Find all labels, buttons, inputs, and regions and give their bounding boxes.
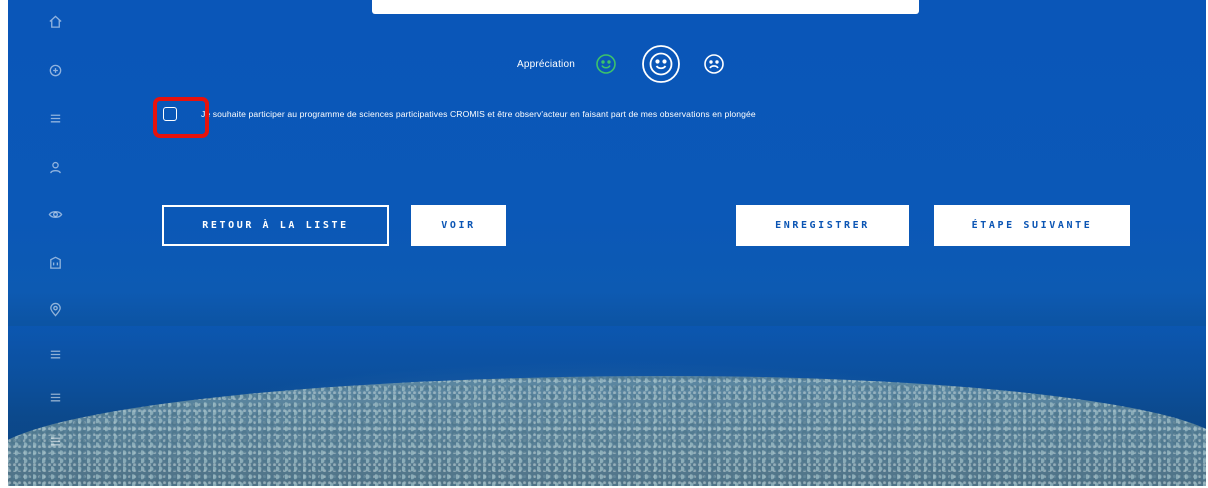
participation-label: Je souhaite participer au programme de s…: [201, 109, 756, 119]
appreciation-label: Appréciation: [517, 58, 575, 70]
next-step-button[interactable]: ÉTAPE SUIVANTE: [934, 205, 1130, 246]
building-icon[interactable]: [44, 251, 66, 273]
plus-circle-icon[interactable]: [44, 59, 66, 81]
back-to-list-button[interactable]: RETOUR À LA LISTE: [162, 205, 389, 246]
appreciation-rating: Appréciation: [517, 44, 725, 84]
list-icon[interactable]: [44, 343, 66, 365]
user-icon[interactable]: [44, 156, 66, 178]
happy-face-icon[interactable]: [595, 53, 617, 75]
location-icon[interactable]: [44, 298, 66, 320]
sad-face-icon[interactable]: [703, 53, 725, 75]
eye-icon[interactable]: [44, 203, 66, 225]
top-text-field[interactable]: [372, 0, 919, 14]
participation-checkbox[interactable]: [163, 107, 177, 121]
save-button[interactable]: ENREGISTRER: [736, 205, 909, 246]
home-icon[interactable]: [44, 10, 66, 32]
list-icon[interactable]: [44, 386, 66, 408]
view-button[interactable]: VOIR: [411, 205, 506, 246]
sidebar: [44, 10, 68, 450]
list-icon[interactable]: [44, 430, 66, 452]
participation-option: Je souhaite participer au programme de s…: [163, 107, 756, 121]
list-icon[interactable]: [44, 107, 66, 129]
neutral-face-icon[interactable]: [641, 44, 681, 84]
